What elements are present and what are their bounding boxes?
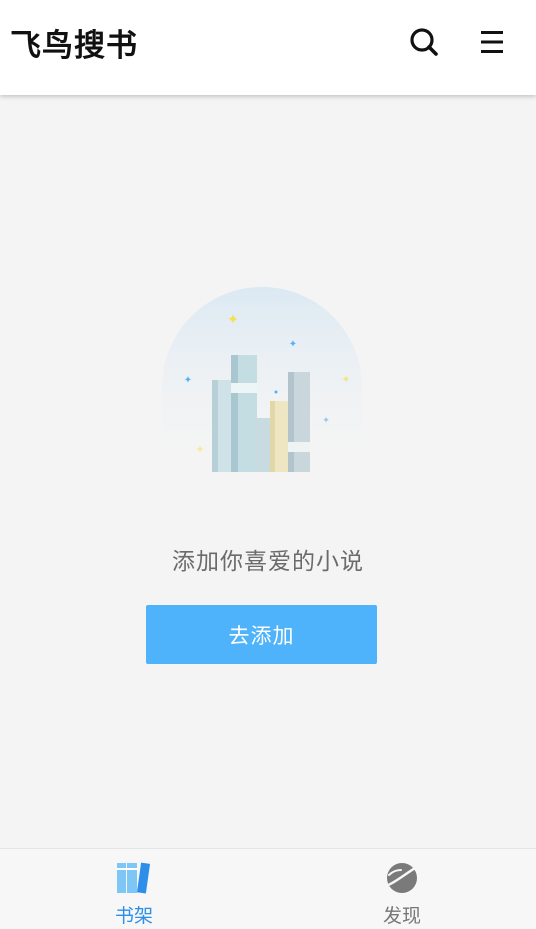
app-title: 飞鸟搜书: [10, 28, 138, 64]
bookshelf-content: ✦ ✦ ✦ ✦ ✦ ✦ 添加你喜爱的小说 去添加: [0, 96, 536, 848]
empty-message: 添加你喜爱的小说: [172, 549, 364, 575]
svg-text:✦: ✦: [289, 339, 297, 350]
tab-bookshelf[interactable]: 书架: [0, 849, 268, 929]
tab-discover[interactable]: 发现: [268, 849, 536, 929]
search-icon: [410, 28, 438, 56]
books-illustration: ✦ ✦ ✦ ✦ ✦ ✦: [162, 287, 362, 473]
svg-text:✦: ✦: [195, 443, 204, 456]
svg-text:✦: ✦: [227, 312, 239, 328]
bottom-tab-bar: 书架 发现: [0, 848, 536, 929]
bookshelf-icon: [117, 862, 151, 894]
tab-discover-label: 发现: [382, 905, 421, 927]
svg-text:✦: ✦: [322, 416, 330, 426]
svg-text:✦: ✦: [184, 375, 192, 386]
menu-button[interactable]: [474, 24, 510, 60]
search-button[interactable]: [406, 24, 442, 60]
add-novel-button[interactable]: 去添加: [146, 605, 377, 664]
planet-icon: [384, 863, 419, 893]
app-header: 飞鸟搜书: [0, 0, 536, 95]
menu-icon: [481, 31, 503, 53]
svg-text:✦: ✦: [341, 373, 350, 386]
tab-bookshelf-label: 书架: [114, 905, 153, 927]
